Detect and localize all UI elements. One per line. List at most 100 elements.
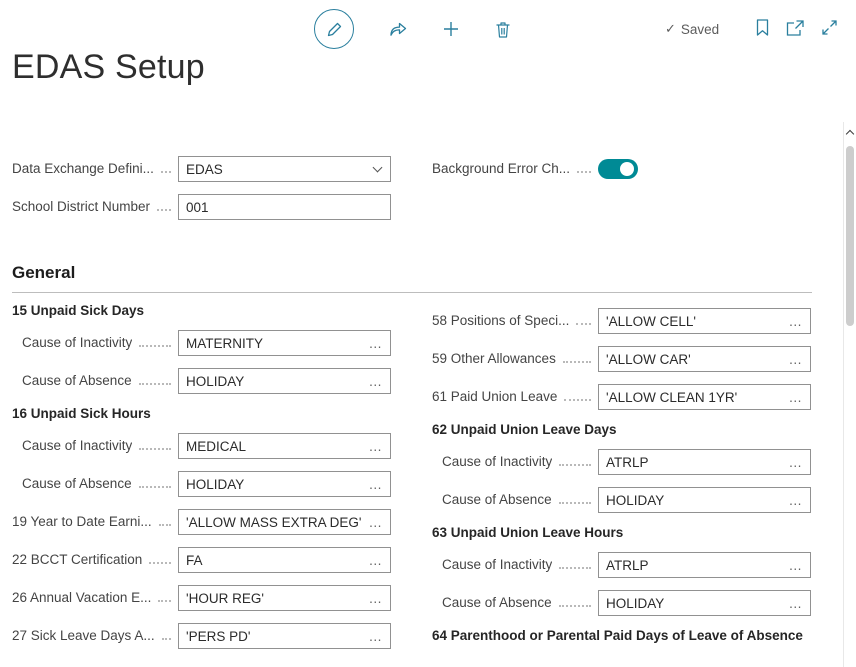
field-value: MATERNITY [186, 336, 365, 351]
toggle-knob [620, 162, 634, 176]
data-exchange-dropdown[interactable]: EDAS [178, 156, 391, 182]
field-label: 19 Year to Date Earni... [12, 514, 152, 529]
vertical-scrollbar[interactable] [843, 122, 856, 667]
field-input[interactable]: HOLIDAY … [178, 368, 391, 394]
bookmark-button[interactable] [756, 19, 769, 36]
assist-edit-button[interactable]: … [785, 455, 804, 470]
saved-label: Saved [681, 22, 719, 37]
assist-edit-button[interactable]: … [365, 553, 384, 568]
background-error-toggle[interactable] [598, 159, 638, 179]
field-input[interactable]: 'ALLOW CLEAN 1YR' … [598, 384, 811, 410]
assist-edit-button[interactable]: … [365, 477, 384, 492]
expand-button[interactable] [821, 19, 838, 36]
field-label: Cause of Absence [442, 492, 552, 507]
popout-button[interactable] [786, 20, 804, 36]
share-button[interactable] [388, 19, 408, 39]
delete-button[interactable] [494, 20, 512, 39]
assist-edit-button[interactable]: … [785, 314, 804, 329]
pencil-icon [326, 21, 343, 38]
field-value: HOLIDAY [186, 477, 365, 492]
assist-edit-button[interactable]: … [785, 493, 804, 508]
field-value: HOLIDAY [606, 493, 785, 508]
section-heading-general: General [12, 263, 812, 293]
field-row: 58 Positions of Speci... 'ALLOW CELL' … [432, 308, 811, 334]
field-group-heading: 62 Unpaid Union Leave Days [432, 422, 811, 437]
assist-edit-button[interactable]: … [785, 352, 804, 367]
chevron-down-icon[interactable] [373, 163, 383, 173]
toolbar [314, 9, 512, 49]
field-label: Cause of Inactivity [442, 454, 552, 469]
field-value: 'PERS PD' [186, 629, 365, 644]
expand-arrows-icon [821, 19, 838, 36]
field-label: Data Exchange Defini... [12, 161, 154, 176]
field-label: 59 Other Allowances [432, 351, 556, 366]
dotted-leader [559, 502, 591, 504]
dotted-leader [559, 464, 591, 466]
assist-edit-button[interactable]: … [785, 596, 804, 611]
assist-edit-button[interactable]: … [365, 439, 384, 454]
field-row: 26 Annual Vacation E... 'HOUR REG' … [12, 585, 391, 611]
field-input[interactable]: ATRLP … [598, 449, 811, 475]
window-actions [756, 19, 838, 36]
field-input[interactable]: HOLIDAY … [598, 487, 811, 513]
new-button[interactable] [442, 20, 460, 38]
scrollbar-thumb[interactable] [846, 146, 854, 326]
field-input[interactable]: 'ALLOW CAR' … [598, 346, 811, 372]
assist-edit-button[interactable]: … [365, 591, 384, 606]
field-label: 61 Paid Union Leave [432, 389, 557, 404]
dotted-leader [139, 448, 171, 450]
field-row: Cause of Absence HOLIDAY … [432, 590, 811, 616]
field-row: Cause of Absence HOLIDAY … [432, 487, 811, 513]
field-value: 'HOUR REG' [186, 591, 365, 606]
field-input[interactable]: 'ALLOW CELL' … [598, 308, 811, 334]
left-column: 15 Unpaid Sick Days Cause of Inactivity … [12, 300, 391, 661]
assist-edit-button[interactable]: … [365, 515, 384, 530]
field-input[interactable]: ATRLP … [598, 552, 811, 578]
field-row: Cause of Inactivity MATERNITY … [12, 330, 391, 356]
field-row-background-error: Background Error Ch... [432, 156, 811, 182]
field-value: 'ALLOW CAR' [606, 352, 785, 367]
bookmark-icon [756, 19, 769, 36]
field-input[interactable]: FA … [178, 547, 391, 573]
field-label: 58 Positions of Speci... [432, 313, 569, 328]
field-input[interactable]: HOLIDAY … [178, 471, 391, 497]
field-label: Cause of Inactivity [22, 438, 132, 453]
field-row: 19 Year to Date Earni... 'ALLOW MASS EXT… [12, 509, 391, 535]
field-input[interactable]: 'PERS PD' … [178, 623, 391, 649]
share-icon [388, 19, 408, 39]
dotted-leader [159, 524, 171, 526]
field-row: Cause of Inactivity MEDICAL … [12, 433, 391, 459]
field-input[interactable]: 'ALLOW MASS EXTRA DEG' … [178, 509, 391, 535]
field-input[interactable]: 'HOUR REG' … [178, 585, 391, 611]
assist-edit-button[interactable]: … [785, 390, 804, 405]
field-label: 22 BCCT Certification [12, 552, 142, 567]
popout-window-icon [786, 20, 804, 36]
field-group-heading: 15 Unpaid Sick Days [12, 303, 391, 318]
school-district-input[interactable]: 001 [178, 194, 391, 220]
right-column: 58 Positions of Speci... 'ALLOW CELL' … … [432, 300, 811, 661]
field-label: Cause of Inactivity [22, 335, 132, 350]
field-row: 27 Sick Leave Days A... 'PERS PD' … [12, 623, 391, 649]
assist-edit-button[interactable]: … [365, 374, 384, 389]
header-fields: Data Exchange Defini... EDAS School Dist… [12, 156, 391, 232]
dotted-leader [161, 171, 171, 173]
field-label: Cause of Inactivity [442, 557, 552, 572]
assist-edit-button[interactable]: … [365, 629, 384, 644]
plus-icon [442, 20, 460, 38]
scrollbar-up-icon[interactable] [846, 130, 854, 138]
dotted-leader [563, 361, 591, 363]
field-label: Background Error Ch... [432, 161, 570, 176]
field-value: EDAS [186, 162, 370, 177]
field-input[interactable]: MATERNITY … [178, 330, 391, 356]
field-label: 27 Sick Leave Days A... [12, 628, 155, 643]
field-input[interactable]: MEDICAL … [178, 433, 391, 459]
edit-button[interactable] [314, 9, 354, 49]
assist-edit-button[interactable]: … [785, 558, 804, 573]
assist-edit-button[interactable]: … [365, 336, 384, 351]
field-label: Cause of Absence [22, 476, 132, 491]
page-title: EDAS Setup [12, 48, 205, 87]
field-group-heading: 63 Unpaid Union Leave Hours [432, 525, 811, 540]
field-label: Cause of Absence [442, 595, 552, 610]
dotted-leader [564, 399, 591, 401]
field-input[interactable]: HOLIDAY … [598, 590, 811, 616]
